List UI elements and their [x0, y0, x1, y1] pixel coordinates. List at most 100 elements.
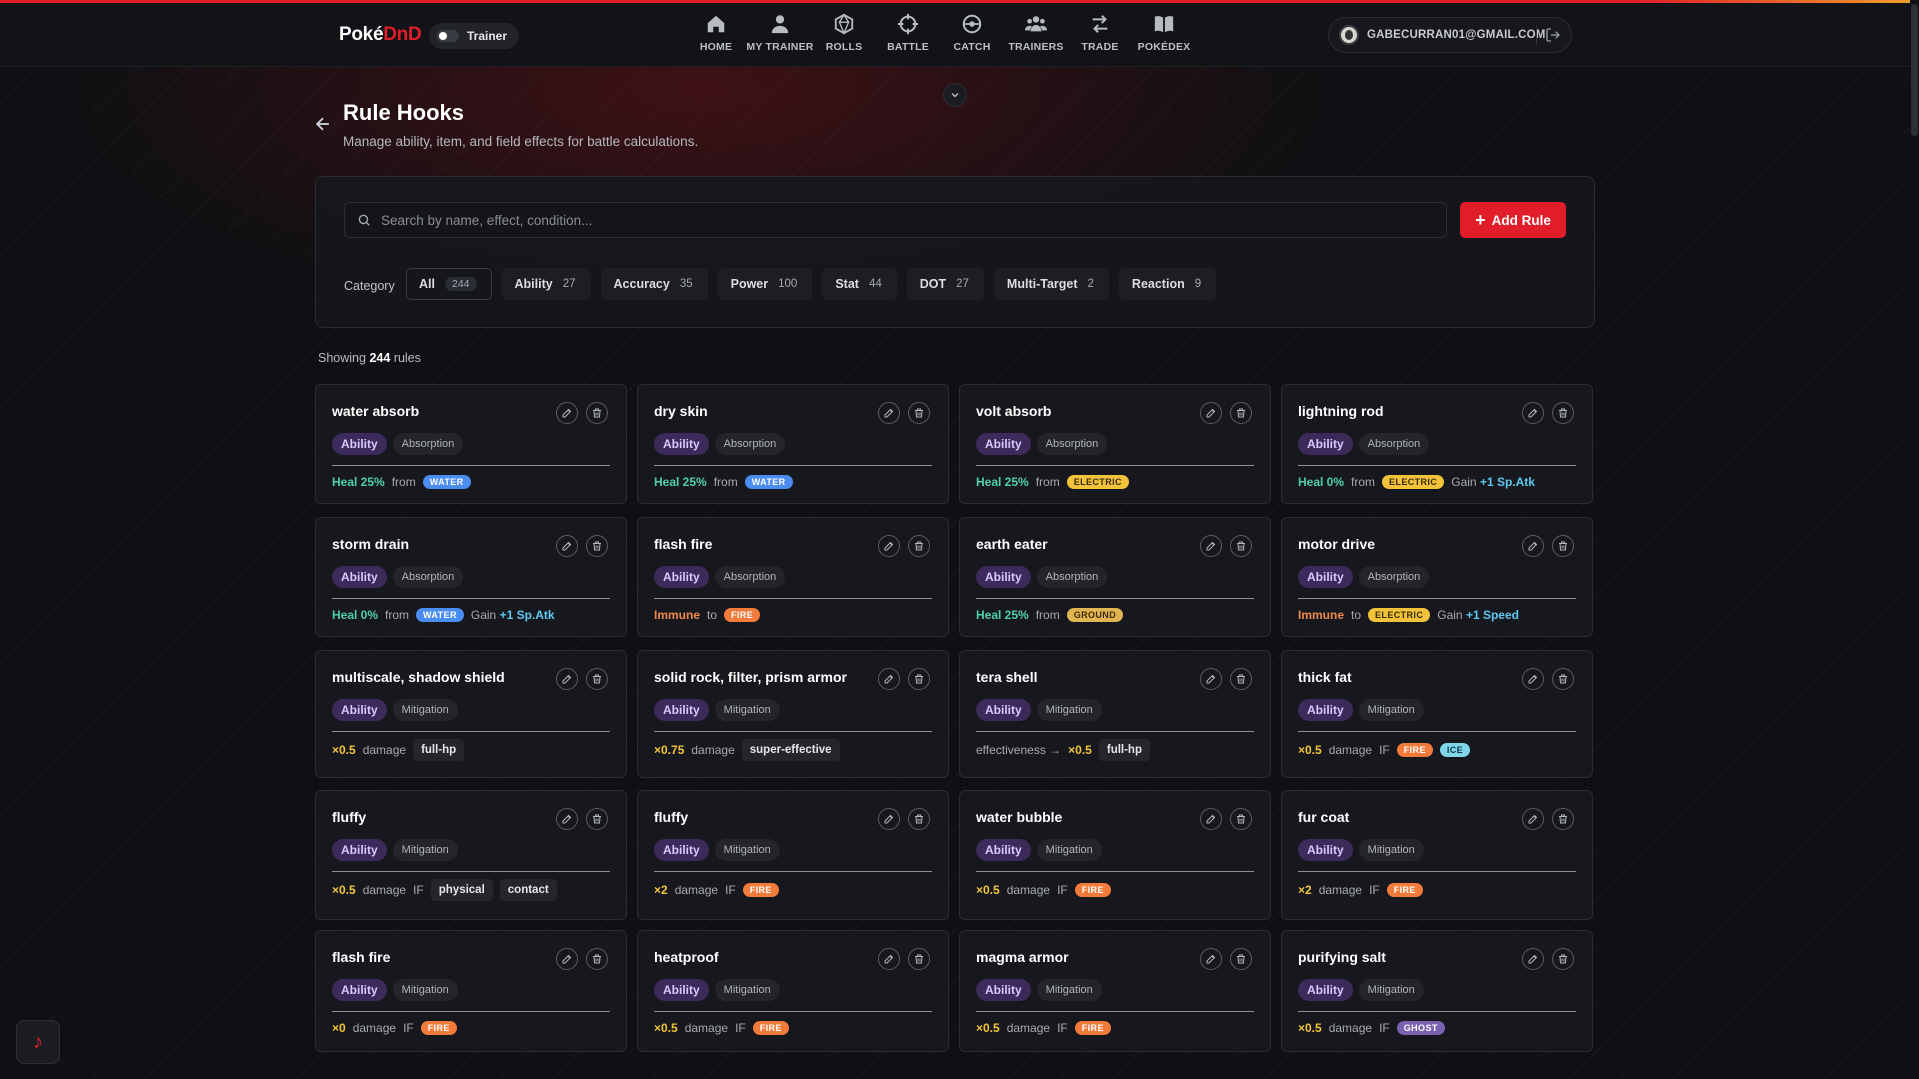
edit-rule-button[interactable] — [878, 402, 900, 424]
search-box[interactable] — [344, 202, 1447, 238]
edit-rule-button[interactable] — [878, 535, 900, 557]
delete-rule-button[interactable] — [586, 535, 608, 557]
delete-rule-button[interactable] — [1230, 402, 1252, 424]
category-filter-label: DOT — [919, 277, 947, 291]
category-filter-stat[interactable]: Stat 44 — [822, 268, 897, 300]
edit-rule-button[interactable] — [878, 808, 900, 830]
nav-item-battle[interactable]: BATTLE — [876, 13, 940, 53]
delete-rule-button[interactable] — [586, 402, 608, 424]
avatar[interactable] — [1339, 25, 1359, 45]
rule-card[interactable]: motor drive Ability Absorption Immune to ELEC… — [1281, 517, 1593, 637]
nav-item-rolls[interactable]: ROLLS — [812, 13, 876, 53]
nav-item-label: MY TRAINER — [746, 41, 814, 53]
rule-card[interactable]: earth eater Ability Absorption Heal 25% from… — [959, 517, 1271, 637]
category-filter-reaction[interactable]: Reaction 9 — [1118, 268, 1217, 300]
rule-name: lightning rod — [1298, 403, 1384, 419]
delete-rule-button[interactable] — [1552, 808, 1574, 830]
edit-rule-button[interactable] — [556, 402, 578, 424]
subcategory-tag: Absorption — [1036, 566, 1108, 588]
nav-item-trade[interactable]: TRADE — [1068, 13, 1132, 53]
logout-icon[interactable] — [1545, 27, 1561, 43]
add-rule-button[interactable]: + Add Rule — [1460, 202, 1566, 238]
category-filter-count: 244 — [444, 277, 477, 291]
effect-text: damage — [1006, 883, 1051, 897]
edit-rule-button[interactable] — [556, 668, 578, 690]
delete-rule-button[interactable] — [908, 948, 930, 970]
scrollbar-thumb[interactable] — [1911, 4, 1918, 136]
nav-item-trainers[interactable]: TRAINERS — [1004, 13, 1068, 53]
category-filter-ability[interactable]: Ability 27 — [501, 268, 591, 300]
edit-rule-button[interactable] — [556, 948, 578, 970]
delete-rule-button[interactable] — [908, 402, 930, 424]
brand-logo[interactable]: PokéDnD — [339, 24, 422, 46]
edit-rule-button[interactable] — [1522, 948, 1544, 970]
rule-card[interactable]: tera shell Ability Mitigation effectiveness… — [959, 650, 1271, 778]
edit-rule-button[interactable] — [1522, 668, 1544, 690]
trainer-mode-toggle[interactable]: Trainer — [429, 23, 520, 49]
rule-card[interactable]: thick fat Ability Mitigation ×0.5 damage IF FI… — [1281, 650, 1593, 778]
multiplier-value: ×0.5 — [1298, 743, 1322, 757]
rule-card[interactable]: flash fire Ability Mitigation ×0 damage IF FIR… — [315, 930, 627, 1052]
delete-rule-button[interactable] — [1230, 535, 1252, 557]
search-input[interactable] — [381, 212, 1421, 228]
delete-rule-button[interactable] — [586, 808, 608, 830]
delete-rule-button[interactable] — [908, 808, 930, 830]
rule-card[interactable]: purifying salt Ability Mitigation ×0.5 damag… — [1281, 930, 1593, 1052]
collapse-header-button[interactable] — [943, 83, 967, 107]
subcategory-tag: Mitigation — [1036, 839, 1102, 861]
delete-rule-button[interactable] — [1552, 402, 1574, 424]
rule-card[interactable]: fur coat Ability Mitigation ×2 damage IF FIRE — [1281, 790, 1593, 920]
user-menu[interactable]: GABECURRAN01@GMAIL.COM — [1328, 17, 1572, 53]
delete-rule-button[interactable] — [586, 668, 608, 690]
rule-card[interactable]: water absorb Ability Absorption Heal 25% fro… — [315, 384, 627, 504]
nav-item-home[interactable]: HOME — [684, 13, 748, 53]
edit-rule-button[interactable] — [1200, 535, 1222, 557]
category-filter-accuracy[interactable]: Accuracy 35 — [600, 268, 708, 300]
toggle-switch[interactable] — [437, 30, 459, 42]
edit-rule-button[interactable] — [1200, 948, 1222, 970]
rule-card[interactable]: flash fire Ability Absorption Immune to FIRE — [637, 517, 949, 637]
rule-card[interactable]: solid rock, filter, prism armor Ability Mi… — [637, 650, 949, 778]
delete-rule-button[interactable] — [1230, 668, 1252, 690]
nav-item-pok-dex[interactable]: POKÉDEX — [1132, 13, 1196, 53]
delete-rule-button[interactable] — [586, 948, 608, 970]
edit-rule-button[interactable] — [1200, 808, 1222, 830]
delete-rule-button[interactable] — [1552, 948, 1574, 970]
category-filter-multi-target[interactable]: Multi-Target 2 — [993, 268, 1109, 300]
edit-rule-button[interactable] — [1200, 668, 1222, 690]
delete-rule-button[interactable] — [1230, 948, 1252, 970]
rule-card[interactable]: multiscale, shadow shield Ability Mitigati… — [315, 650, 627, 778]
category-filter-power[interactable]: Power 100 — [717, 268, 813, 300]
nav-item-catch[interactable]: CATCH — [940, 13, 1004, 53]
edit-rule-button[interactable] — [1200, 402, 1222, 424]
rule-card[interactable]: storm drain Ability Absorption Heal 0% from W… — [315, 517, 627, 637]
delete-rule-button[interactable] — [1552, 668, 1574, 690]
edit-rule-button[interactable] — [1522, 808, 1544, 830]
rule-card[interactable]: volt absorb Ability Absorption Heal 25% from… — [959, 384, 1271, 504]
edit-rule-button[interactable] — [556, 535, 578, 557]
edit-rule-button[interactable] — [1522, 402, 1544, 424]
edit-rule-button[interactable] — [878, 948, 900, 970]
edit-rule-button[interactable] — [878, 668, 900, 690]
rule-card[interactable]: fluffy Ability Mitigation ×0.5 damage IF physi… — [315, 790, 627, 920]
category-filter-dot[interactable]: DOT 27 — [906, 268, 984, 300]
plus-icon: + — [1475, 210, 1486, 230]
rule-card[interactable]: lightning rod Ability Absorption Heal 0% fro… — [1281, 384, 1593, 504]
edit-rule-button[interactable] — [556, 808, 578, 830]
delete-rule-button[interactable] — [908, 668, 930, 690]
rule-card[interactable]: dry skin Ability Absorption Heal 25% from WAT… — [637, 384, 949, 504]
rule-card[interactable]: heatproof Ability Mitigation ×0.5 damage IF FI… — [637, 930, 949, 1052]
category-filter-all[interactable]: All 244 — [406, 268, 492, 300]
back-arrow-icon[interactable] — [313, 114, 333, 134]
rule-card[interactable]: fluffy Ability Mitigation ×2 damage IF FIRE — [637, 790, 949, 920]
rule-card[interactable]: water bubble Ability Mitigation ×0.5 damage I… — [959, 790, 1271, 920]
edit-rule-button[interactable] — [1522, 535, 1544, 557]
music-toggle-button[interactable]: ♪ — [16, 1020, 60, 1064]
rule-card[interactable]: magma armor Ability Mitigation ×0.5 damage IF… — [959, 930, 1271, 1052]
delete-rule-button[interactable] — [1552, 535, 1574, 557]
delete-rule-button[interactable] — [908, 535, 930, 557]
page-scrollbar[interactable] — [1910, 0, 1919, 1079]
delete-rule-button[interactable] — [1230, 808, 1252, 830]
category-tag: Ability — [976, 979, 1031, 1001]
nav-item-my-trainer[interactable]: MY TRAINER — [746, 13, 814, 53]
